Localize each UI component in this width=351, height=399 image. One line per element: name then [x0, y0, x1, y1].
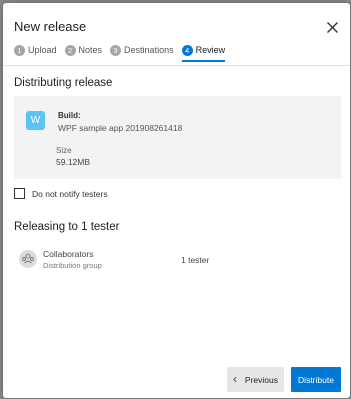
tester-count: 1 tester — [181, 255, 210, 265]
group-icon — [19, 250, 37, 268]
list-item: Collaborators Distribution group 1 teste… — [19, 248, 339, 272]
header-divider — [3, 65, 350, 66]
step-review[interactable]: 4 Review — [181, 44, 226, 62]
build-label: Build: — [58, 111, 81, 120]
step-label: Upload — [28, 45, 57, 55]
size-value: 59.12MB — [56, 157, 91, 167]
step-number: 3 — [110, 44, 122, 56]
step-label: Notes — [78, 45, 103, 55]
build-card: W Build: WPF sample app 201908261418 Siz… — [14, 96, 341, 179]
notify-option[interactable]: Do not notify testers — [14, 188, 108, 199]
close-icon[interactable] — [326, 21, 339, 34]
notify-checkbox[interactable] — [14, 188, 25, 199]
step-label: Review — [195, 45, 226, 55]
app-icon: W — [26, 111, 45, 130]
dialog-title: New release — [14, 19, 87, 34]
step-number: 4 — [181, 44, 193, 56]
chevron-left-icon — [233, 376, 237, 383]
group-name: Collaborators — [43, 249, 94, 259]
step-number: 1 — [14, 44, 25, 56]
size-label: Size — [56, 146, 72, 155]
step-destinations[interactable]: 3 Destinations — [110, 44, 174, 60]
distributing-heading: Distributing release — [14, 77, 113, 89]
distribute-button[interactable]: Distribute — [291, 367, 341, 392]
step-upload[interactable]: 1 Upload — [14, 44, 57, 60]
step-notes[interactable]: 2 Notes — [64, 44, 103, 60]
notify-label: Do not notify testers — [32, 188, 108, 199]
previous-button[interactable]: Previous — [227, 367, 284, 392]
step-label: Destinations — [124, 45, 174, 55]
previous-label: Previous — [244, 374, 278, 385]
step-indicator: 1 Upload 2 Notes 3 Destinations 4 Review — [14, 43, 226, 62]
build-value: WPF sample app 201908261418 — [58, 123, 183, 133]
distribute-label: Distribute — [298, 374, 334, 385]
releasing-heading: Releasing to 1 tester — [14, 221, 120, 233]
new-release-dialog: New release 1 Upload 2 Notes 3 Destinati… — [3, 3, 350, 398]
group-type: Distribution group — [43, 261, 102, 270]
step-number: 2 — [64, 44, 76, 56]
